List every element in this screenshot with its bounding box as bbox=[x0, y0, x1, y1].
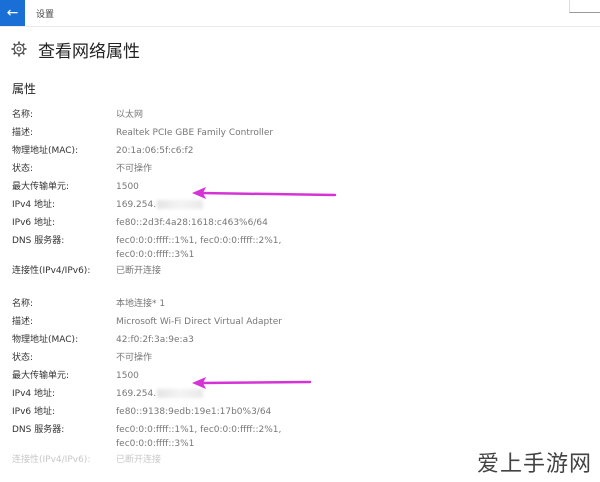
property-row-connectivity: 连接性(IPv4/IPv6): 已断开连接 bbox=[12, 264, 572, 282]
property-label: 连接性(IPv4/IPv6): bbox=[12, 455, 91, 465]
property-label: 名称: bbox=[12, 110, 34, 120]
property-row-status: 状态: 不可操作 bbox=[12, 351, 572, 369]
property-label: 名称: bbox=[12, 299, 34, 309]
property-label: 状态: bbox=[12, 353, 34, 363]
property-label: 描述: bbox=[12, 317, 34, 327]
title-bar: ← 设置 bbox=[0, 0, 600, 27]
property-row-description: 描述: Realtek PCIe GBE Family Controller bbox=[12, 126, 572, 144]
property-label: IPv6 地址: bbox=[12, 218, 56, 228]
annotation-arrow-icon bbox=[192, 187, 337, 199]
property-row-name: 名称: 本地连接* 1 bbox=[12, 297, 572, 315]
property-row-mac: 物理地址(MAC): 20:1a:06:5f:c6:f2 bbox=[12, 144, 572, 162]
back-arrow-icon: ← bbox=[6, 5, 19, 21]
property-value: 本地连接* 1 bbox=[116, 299, 166, 309]
property-value: Realtek PCIe GBE Family Controller bbox=[116, 128, 274, 138]
property-row-ipv4: IPv4 地址: 169.254. bbox=[12, 198, 572, 216]
page-header: 查看网络属性 bbox=[10, 38, 140, 62]
property-value: 已断开连接 bbox=[116, 455, 162, 465]
redacted-ip-suffix bbox=[157, 200, 204, 209]
property-label: 状态: bbox=[12, 164, 34, 174]
gear-icon bbox=[11, 41, 27, 57]
property-value: fe80::9138:9edb:19e1:17b0%3/64 bbox=[116, 407, 272, 417]
property-row-mac: 物理地址(MAC): 42:f0:2f:3a:9e:a3 bbox=[12, 333, 572, 351]
property-label: IPv4 地址: bbox=[12, 389, 56, 399]
property-label: DNS 服务器: bbox=[12, 236, 65, 246]
property-value: 1500 bbox=[116, 371, 139, 381]
property-label: 描述: bbox=[12, 128, 34, 138]
property-label: 物理地址(MAC): bbox=[12, 146, 79, 156]
property-value: 20:1a:06:5f:c6:f2 bbox=[116, 146, 194, 156]
section-title: 属性 bbox=[12, 82, 37, 96]
property-value: 以太网 bbox=[116, 110, 144, 120]
back-button[interactable]: ← bbox=[0, 0, 25, 26]
annotation-arrow-icon bbox=[192, 377, 312, 389]
property-value: fec0:0:0:ffff::1%1, fec0:0:0:ffff::2%1, … bbox=[116, 236, 282, 260]
property-label: 最大传输单元: bbox=[12, 371, 70, 381]
app-title: 设置 bbox=[36, 10, 55, 20]
property-row-ipv6: IPv6 地址: fe80::2d3f:4a28:1618:c463%6/64 bbox=[12, 216, 572, 234]
property-label: 最大传输单元: bbox=[12, 182, 70, 192]
property-value: Microsoft Wi-Fi Direct Virtual Adapter bbox=[116, 317, 282, 327]
property-label: IPv6 地址: bbox=[12, 407, 56, 417]
property-label: 连接性(IPv4/IPv6): bbox=[12, 266, 91, 276]
redacted-ip-suffix bbox=[157, 389, 204, 398]
property-value: fe80::2d3f:4a28:1618:c463%6/64 bbox=[116, 218, 268, 228]
property-value: 169.254. bbox=[116, 198, 204, 212]
property-label: DNS 服务器: bbox=[12, 425, 65, 435]
property-row-name: 名称: 以太网 bbox=[12, 108, 572, 126]
property-value: 已断开连接 bbox=[116, 266, 162, 276]
watermark: 爱上手游网 bbox=[476, 452, 592, 477]
ipv4-prefix: 169.254. bbox=[116, 389, 157, 399]
ipv4-prefix: 169.254. bbox=[116, 200, 157, 210]
property-label: IPv4 地址: bbox=[12, 200, 56, 210]
property-value: 1500 bbox=[116, 182, 139, 192]
page-title: 查看网络属性 bbox=[38, 41, 140, 62]
property-row-ipv6: IPv6 地址: fe80::9138:9edb:19e1:17b0%3/64 bbox=[12, 405, 572, 423]
minimize-button[interactable] bbox=[569, 0, 600, 13]
property-value: 不可操作 bbox=[116, 353, 153, 363]
property-value: fec0:0:0:ffff::1%1, fec0:0:0:ffff::2%1, … bbox=[116, 425, 282, 449]
property-row-dns: DNS 服务器: fec0:0:0:ffff::1%1, fec0:0:0:fff… bbox=[12, 234, 572, 264]
property-value: 不可操作 bbox=[116, 164, 153, 174]
property-label: 物理地址(MAC): bbox=[12, 335, 79, 345]
property-value: 42:f0:2f:3a:9e:a3 bbox=[116, 335, 194, 345]
property-row-status: 状态: 不可操作 bbox=[12, 162, 572, 180]
property-row-description: 描述: Microsoft Wi-Fi Direct Virtual Adapte… bbox=[12, 315, 572, 333]
